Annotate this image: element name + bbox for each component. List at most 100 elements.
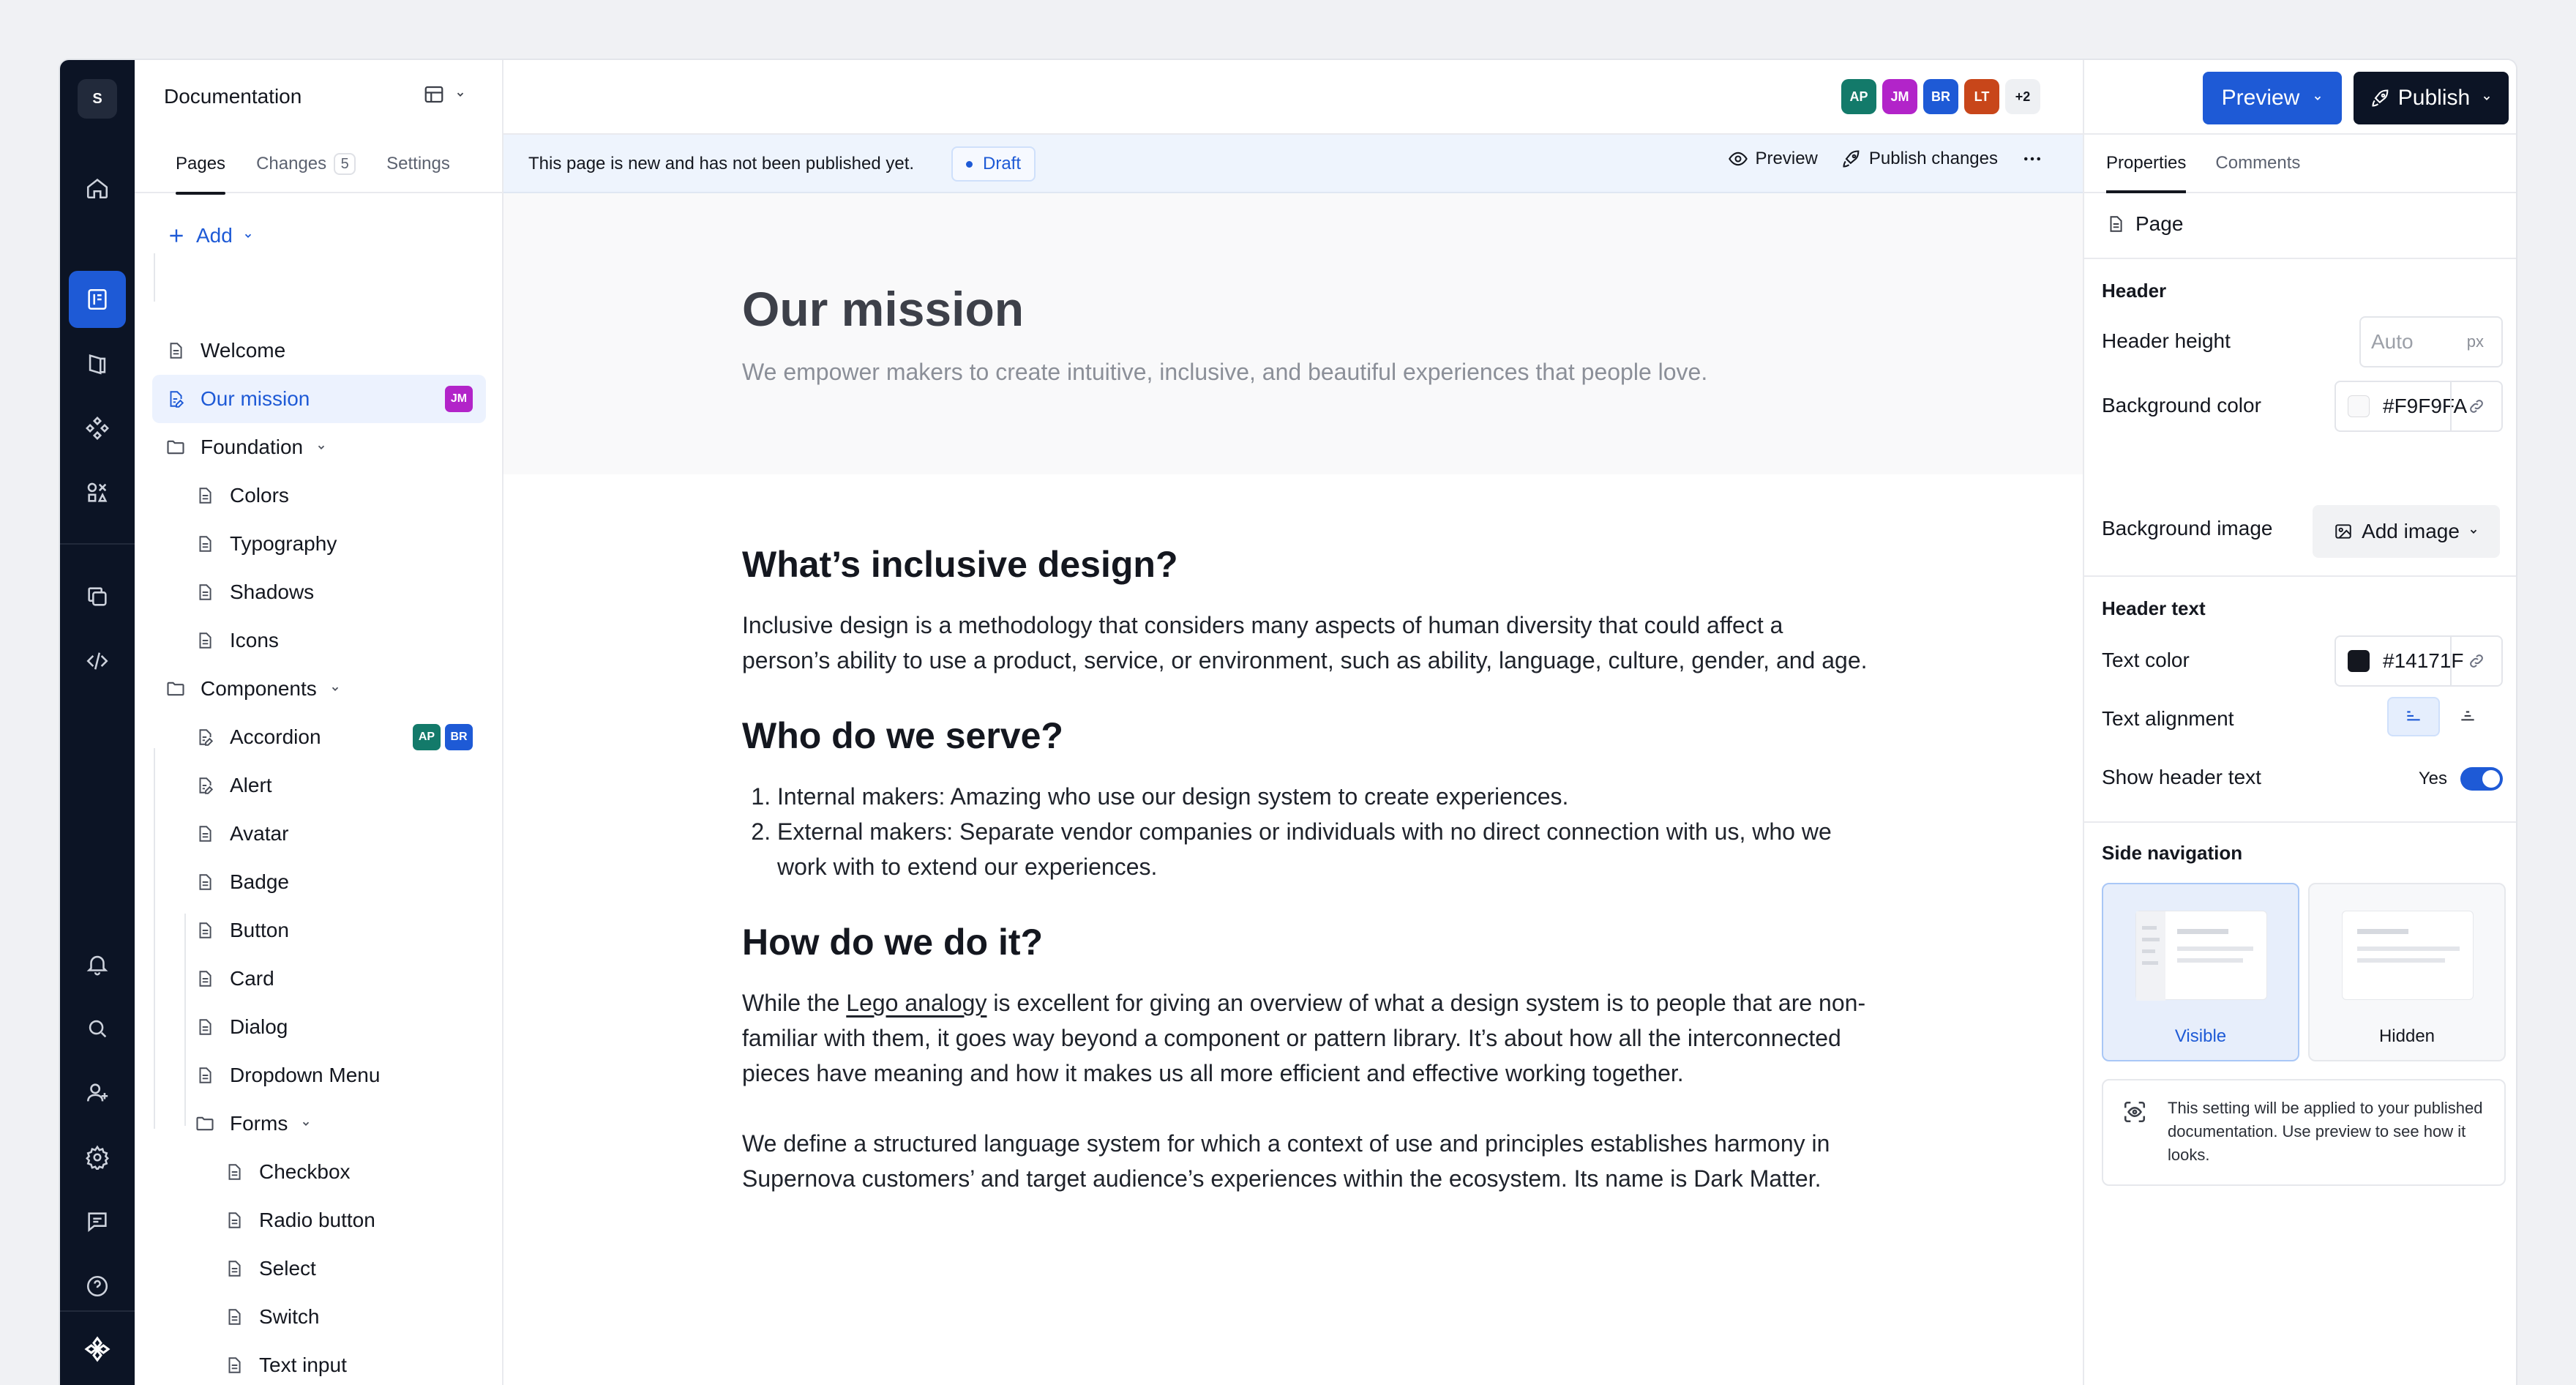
- folder-icon: [190, 1113, 220, 1134]
- layout-icon: [424, 86, 443, 103]
- avatar[interactable]: LT: [1964, 79, 1999, 114]
- paragraph-language[interactable]: We define a structured language system f…: [742, 1126, 1869, 1196]
- list-item[interactable]: External makers: Separate vendor compani…: [777, 814, 1869, 884]
- text-color-input[interactable]: #14171F: [2334, 635, 2503, 687]
- header-height-input[interactable]: Auto px: [2359, 316, 2503, 367]
- search-icon[interactable]: [69, 1000, 126, 1057]
- tab-comments[interactable]: Comments: [2215, 135, 2300, 192]
- align-center-button[interactable]: [2441, 697, 2494, 736]
- link-token-button[interactable]: [2450, 637, 2501, 685]
- tree-item-label: Icons: [230, 629, 279, 652]
- align-left-button[interactable]: [2387, 697, 2440, 736]
- sidebar-tabs: Pages Changes 5 Settings: [135, 135, 502, 195]
- tree-item-label: Dialog: [230, 1015, 288, 1038]
- tree-page[interactable]: Switch: [152, 1293, 486, 1341]
- tree-page[interactable]: Card: [152, 955, 486, 1003]
- bg-color-label: Background color: [2102, 394, 2261, 417]
- nav-visible-option[interactable]: Visible: [2102, 883, 2299, 1061]
- assets-icon[interactable]: [69, 464, 126, 521]
- copy-icon[interactable]: [69, 568, 126, 625]
- publish-changes-link[interactable]: Publish changes: [1841, 149, 1998, 169]
- heading-serve[interactable]: Who do we serve?: [742, 714, 1869, 757]
- tree-item-label: Alert: [230, 774, 272, 796]
- chevron-down-icon: [2470, 529, 2477, 534]
- tree-folder[interactable]: Components: [152, 665, 486, 713]
- lego-analogy-link[interactable]: Lego analogy: [846, 990, 986, 1016]
- page-selector: Page: [2106, 212, 2183, 236]
- tree-folder[interactable]: Forms: [152, 1100, 486, 1148]
- link-token-button[interactable]: [2450, 382, 2501, 430]
- tab-changes[interactable]: Changes 5: [256, 135, 356, 193]
- page-header[interactable]: Our mission We empower makers to create …: [503, 193, 2083, 474]
- more-collaborators-badge[interactable]: +2: [2005, 79, 2040, 114]
- bell-icon[interactable]: [69, 936, 126, 993]
- tree-page[interactable]: Badge: [152, 858, 486, 906]
- components-icon[interactable]: [69, 400, 126, 457]
- bg-image-label: Background image: [2102, 517, 2273, 540]
- tree-folder[interactable]: Foundation: [152, 423, 486, 471]
- tree-item-label: Badge: [230, 870, 289, 893]
- add-user-icon[interactable]: [69, 1064, 126, 1121]
- publish-button[interactable]: Publish: [2354, 72, 2509, 124]
- tree-page[interactable]: Icons: [152, 616, 486, 665]
- tree-page[interactable]: Dialog: [152, 1003, 486, 1051]
- home-icon[interactable]: [69, 160, 126, 217]
- supernova-logo-icon[interactable]: [69, 1321, 126, 1378]
- chevron-down-icon[interactable]: [330, 684, 340, 694]
- pages-icon[interactable]: [69, 271, 126, 328]
- bg-color-input[interactable]: #F9F9FA: [2334, 381, 2503, 432]
- tree-page[interactable]: Radio button: [152, 1196, 486, 1244]
- tree-item-label: Button: [230, 919, 289, 941]
- chevron-down-icon[interactable]: [301, 1119, 311, 1129]
- tree-page[interactable]: Typography: [152, 520, 486, 568]
- tree-guide-line: [154, 253, 155, 302]
- tree-page[interactable]: Alert: [152, 761, 486, 810]
- avatar[interactable]: AP: [1841, 79, 1876, 114]
- avatar[interactable]: BR: [1923, 79, 1958, 114]
- page-icon: [220, 1259, 249, 1278]
- tree-page[interactable]: Accordion AP BR: [152, 713, 486, 761]
- layout-switcher[interactable]: [423, 83, 465, 105]
- chat-icon[interactable]: [69, 1193, 126, 1250]
- tree-page[interactable]: Colors: [152, 471, 486, 520]
- nav-hidden-option[interactable]: Hidden: [2308, 883, 2506, 1061]
- page-title[interactable]: Our mission: [742, 281, 1024, 337]
- collaborator-avatars[interactable]: AP JM BR LT +2: [1841, 79, 2040, 114]
- preview-button[interactable]: Preview: [2203, 72, 2342, 124]
- tree-page[interactable]: Select: [152, 1244, 486, 1293]
- avatar[interactable]: JM: [1882, 79, 1917, 114]
- heading-inclusive[interactable]: What’s inclusive design?: [742, 543, 1869, 586]
- properties-panel: Preview Publish Properties Comments Page…: [2083, 60, 2516, 1385]
- page-subtitle[interactable]: We empower makers to create intuitive, i…: [742, 359, 1707, 386]
- code-icon[interactable]: [69, 632, 126, 690]
- page-content[interactable]: What’s inclusive design? Inclusive desig…: [742, 474, 1869, 1196]
- draft-page-icon: [190, 728, 220, 747]
- preview-link[interactable]: Preview: [1728, 149, 1818, 169]
- tab-pages[interactable]: Pages: [176, 135, 226, 195]
- serve-list[interactable]: Internal makers: Amazing who use our des…: [742, 779, 1869, 884]
- paragraph-how[interactable]: While the Lego analogy is excellent for …: [742, 985, 1869, 1091]
- add-image-button[interactable]: Add image: [2313, 505, 2500, 558]
- chevron-down-icon[interactable]: [316, 442, 326, 452]
- tab-settings[interactable]: Settings: [386, 135, 450, 193]
- tree-page[interactable]: Button: [152, 906, 486, 955]
- list-item[interactable]: Internal makers: Amazing who use our des…: [777, 779, 1869, 814]
- settings-icon[interactable]: [69, 1129, 126, 1186]
- show-header-toggle[interactable]: [2460, 767, 2503, 791]
- heading-how[interactable]: How do we do it?: [742, 921, 1869, 963]
- add-page-button[interactable]: Add: [167, 224, 253, 247]
- tree-page[interactable]: Our mission JM: [152, 375, 486, 423]
- tree-page[interactable]: Text input: [152, 1341, 486, 1385]
- tree-page[interactable]: Welcome: [152, 326, 486, 375]
- tree-page[interactable]: Shadows: [152, 568, 486, 616]
- tree-page[interactable]: Dropdown Menu: [152, 1051, 486, 1100]
- tree-page[interactable]: Avatar: [152, 810, 486, 858]
- tab-properties[interactable]: Properties: [2106, 135, 2187, 193]
- more-options-button[interactable]: [2021, 148, 2043, 170]
- help-icon[interactable]: [69, 1258, 126, 1315]
- tree-page[interactable]: Checkbox: [152, 1148, 486, 1196]
- page-icon: [220, 1356, 249, 1375]
- workspace-logo[interactable]: S: [78, 79, 117, 119]
- book-icon[interactable]: [69, 335, 126, 392]
- paragraph-inclusive[interactable]: Inclusive design is a methodology that c…: [742, 608, 1869, 678]
